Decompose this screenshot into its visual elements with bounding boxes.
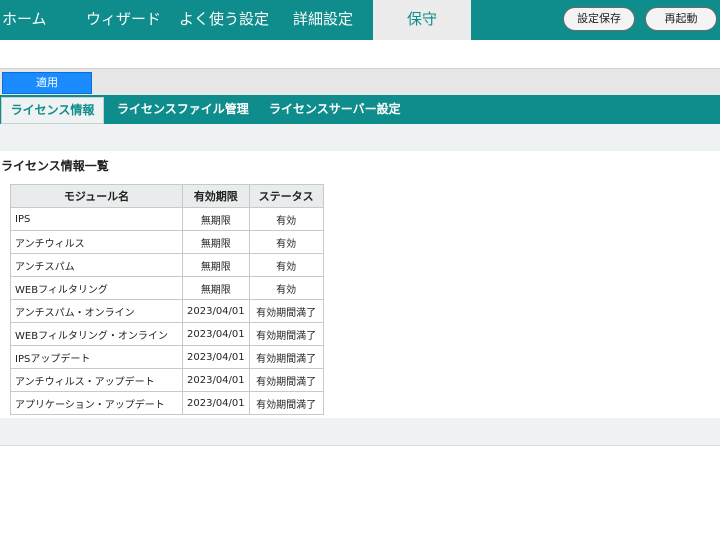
save-settings-button[interactable]: 設定保存	[563, 7, 635, 31]
content-header-band	[0, 124, 720, 151]
table-row: WEBフィルタリング 無期限 有効	[10, 276, 324, 300]
expiry-cell: 2023/04/01	[182, 391, 250, 415]
expiry-cell: 無期限	[182, 276, 250, 300]
section-title: ライセンス情報一覧	[1, 159, 109, 173]
table-row: アプリケーション・アップデート 2023/04/01 有効期間満了	[10, 391, 324, 415]
table-row: アンチウィルス・アップデート 2023/04/01 有効期間満了	[10, 368, 324, 392]
status-cell: 有効期間満了	[248, 345, 324, 369]
status-cell: 有効	[248, 207, 324, 231]
table-row: WEBフィルタリング・オンライン 2023/04/01 有効期間満了	[10, 322, 324, 346]
expiry-cell: 2023/04/01	[182, 299, 250, 323]
apply-button[interactable]: 適用	[2, 72, 92, 94]
module-name-cell: IPSアップデート	[10, 345, 183, 369]
table-header-row: モジュール名 有効期限 ステータス	[10, 184, 324, 208]
table-row: IPSアップデート 2023/04/01 有効期間満了	[10, 345, 324, 369]
apply-toolbar: 適用	[0, 68, 720, 97]
nav-maintenance[interactable]: 保守	[373, 0, 471, 40]
table-row: IPS 無期限 有効	[10, 207, 324, 231]
nav-favorite-settings[interactable]: よく使う設定	[179, 0, 269, 40]
table-row: アンチスパム 無期限 有効	[10, 253, 324, 277]
tab-license-server-settings[interactable]: ライセンスサーバー設定	[269, 95, 401, 124]
status-cell: 有効	[248, 230, 324, 254]
status-cell: 有効	[248, 253, 324, 277]
nav-advanced-settings[interactable]: 詳細設定	[293, 0, 353, 40]
module-name-cell: アンチスパム・オンライン	[10, 299, 183, 323]
expiry-cell: 2023/04/01	[182, 368, 250, 392]
top-navigation-bar: ホーム ウィザード よく使う設定 詳細設定 保守 設定保存 再起動	[0, 0, 720, 40]
module-name-cell: アンチウィルス	[10, 230, 183, 254]
status-cell: 有効期間満了	[248, 368, 324, 392]
nav-home[interactable]: ホーム	[2, 0, 47, 40]
expiry-cell: 2023/04/01	[182, 322, 250, 346]
status-cell: 有効期間満了	[248, 322, 324, 346]
tab-bar: ライセンス情報 ライセンスファイル管理 ライセンスサーバー設定	[0, 95, 720, 124]
module-name-cell: アンチスパム	[10, 253, 183, 277]
tab-license-info[interactable]: ライセンス情報	[1, 97, 104, 124]
module-name-cell: アンチウィルス・アップデート	[10, 368, 183, 392]
expiry-cell: 無期限	[182, 253, 250, 277]
content-footer-band	[0, 418, 720, 446]
restart-button[interactable]: 再起動	[645, 7, 717, 31]
column-header-module: モジュール名	[10, 184, 183, 208]
license-table: モジュール名 有効期限 ステータス IPS 無期限 有効 アンチウィルス 無期限…	[10, 184, 324, 415]
nav-wizard[interactable]: ウィザード	[86, 0, 161, 40]
expiry-cell: 2023/04/01	[182, 345, 250, 369]
tab-license-file-management[interactable]: ライセンスファイル管理	[117, 95, 249, 124]
column-header-expiry: 有効期限	[182, 184, 250, 208]
expiry-cell: 無期限	[182, 207, 250, 231]
table-row: アンチスパム・オンライン 2023/04/01 有効期間満了	[10, 299, 324, 323]
expiry-cell: 無期限	[182, 230, 250, 254]
status-cell: 有効期間満了	[248, 391, 324, 415]
module-name-cell: アプリケーション・アップデート	[10, 391, 183, 415]
status-cell: 有効期間満了	[248, 299, 324, 323]
module-name-cell: WEBフィルタリング	[10, 276, 183, 300]
module-name-cell: WEBフィルタリング・オンライン	[10, 322, 183, 346]
column-header-status: ステータス	[248, 184, 324, 208]
table-row: アンチウィルス 無期限 有効	[10, 230, 324, 254]
module-name-cell: IPS	[10, 207, 183, 231]
status-cell: 有効	[248, 276, 324, 300]
